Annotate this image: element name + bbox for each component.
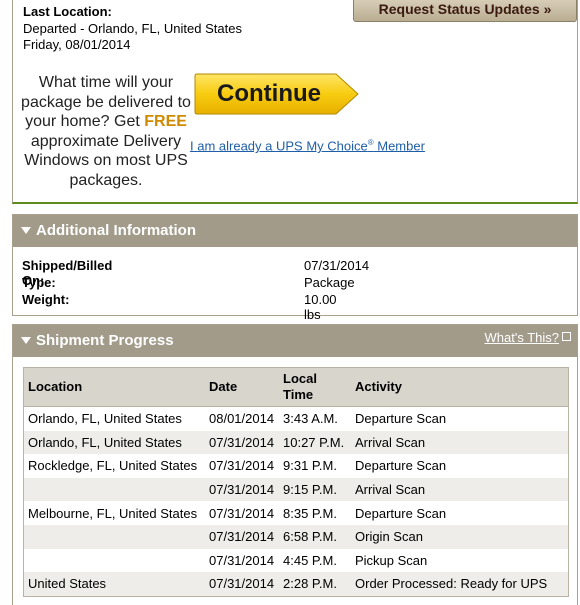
cell-date: 07/31/2014 <box>209 458 275 474</box>
continue-label: Continue <box>217 80 321 107</box>
member-link-text: I am already a UPS My Choice <box>190 138 368 154</box>
table-row: 07/31/2014 4:45 P.M. Pickup Scan <box>24 549 569 573</box>
cell-time: 9:31 P.M. <box>283 458 337 474</box>
info-value: 07/31/2014 <box>304 258 370 273</box>
cell-location: Melbourne, FL, United States <box>28 505 198 521</box>
cell-date: 07/31/2014 <box>205 430 279 455</box>
cell-time: 6:58 P.M. <box>279 524 351 549</box>
shipment-progress-title: Shipment Progress <box>36 332 174 349</box>
column-header-date: Date <box>205 367 279 407</box>
table-row: 07/31/2014 9:15 P.M. Arrival Scan <box>23 477 569 502</box>
cell-date: 07/31/2014 <box>205 477 279 502</box>
column-header-local-time: Local Time <box>279 367 351 407</box>
column-header-location: Location <box>23 367 205 407</box>
request-status-updates-button[interactable]: Request Status Updates » <box>353 0 577 22</box>
cell-activity: Departure Scan <box>355 505 447 521</box>
cell-location: United States <box>23 572 205 597</box>
table-row: 07/31/2014 6:58 P.M. Origin Scan <box>23 524 569 549</box>
info-key: Weight: <box>22 292 70 307</box>
last-location-status: Departed - Orlando, FL, United States <box>23 21 242 36</box>
tracking-summary: Last Location: Departed - Orlando, FL, U… <box>12 0 578 204</box>
shipment-progress-header[interactable]: Shipment Progress What's This? <box>13 325 577 357</box>
delivery-window-promo: What time will your package be delivered… <box>21 73 191 190</box>
table-row: Rockledge, FL, United States 07/31/2014 … <box>24 454 569 478</box>
cell-activity: Departure Scan <box>355 411 447 427</box>
table-row: Orlando, FL, United States 08/01/2014 3:… <box>24 407 569 431</box>
table-header-row: Location Date Local Time Activity <box>23 367 569 407</box>
additional-information-header[interactable]: Additional Information <box>13 215 577 247</box>
continue-button[interactable]: Continue <box>194 73 360 115</box>
cell-date: 08/01/2014 <box>209 411 275 427</box>
whats-this-link[interactable]: What's This? <box>484 330 571 346</box>
cell-activity: Arrival Scan <box>351 477 569 502</box>
info-value: Package <box>304 275 355 290</box>
table-row: United States 07/31/2014 2:28 P.M. Order… <box>23 572 569 597</box>
table-row: Melbourne, FL, United States 07/31/2014 … <box>24 501 569 525</box>
last-location-label: Last Location: <box>23 4 112 19</box>
cell-time: 2:28 P.M. <box>279 572 351 597</box>
shipment-progress-table: Location Date Local Time Activity Orlando… <box>23 367 569 597</box>
promo-free: FREE <box>144 113 187 130</box>
cell-location <box>24 549 206 573</box>
cell-date: 07/31/2014 <box>205 524 279 549</box>
local-time-line1: Local <box>283 371 317 386</box>
local-time-line2: Time <box>283 387 314 402</box>
collapse-triangle-icon <box>21 337 31 344</box>
cell-activity: Order Processed: Ready for UPS <box>351 572 569 597</box>
cell-location <box>23 477 205 502</box>
cell-time: 8:35 P.M. <box>283 505 337 521</box>
member-link-suffix: Member <box>373 138 425 154</box>
cell-time: 3:43 A.M. <box>283 411 338 427</box>
additional-information-title: Additional Information <box>36 222 196 239</box>
whats-this-text: What's This? <box>484 330 560 345</box>
additional-information-panel: Additional Information Shipped/Billed On… <box>12 214 578 322</box>
cell-date: 07/31/2014 <box>209 505 275 521</box>
cell-activity: Departure Scan <box>355 458 447 474</box>
info-key: Type: <box>22 275 56 290</box>
cell-time: 10:27 P.M. <box>279 430 351 455</box>
cell-location: Orlando, FL, United States <box>23 430 205 455</box>
last-location-date: Friday, 08/01/2014 <box>23 37 131 52</box>
cell-time: 4:45 P.M. <box>283 552 337 568</box>
cell-location: Orlando, FL, United States <box>28 411 182 427</box>
info-value: 10.00 lbs <box>304 292 337 322</box>
cell-activity: Origin Scan <box>351 524 569 549</box>
popup-window-icon <box>562 332 571 341</box>
cell-activity: Pickup Scan <box>355 552 428 568</box>
cell-date: 07/31/2014 <box>205 572 279 597</box>
collapse-triangle-icon <box>21 227 31 234</box>
cell-location <box>23 524 205 549</box>
cell-location: Rockledge, FL, United States <box>28 458 198 474</box>
cell-time: 9:15 P.M. <box>279 477 351 502</box>
promo-text-after: approximate Delivery Windows on most UPS… <box>24 132 188 189</box>
shipment-progress-panel: Shipment Progress What's This? Location … <box>12 324 578 605</box>
ups-my-choice-member-link[interactable]: I am already a UPS My Choice® Member <box>190 138 425 153</box>
cell-activity: Arrival Scan <box>351 430 569 455</box>
cell-date: 07/31/2014 <box>209 552 275 568</box>
table-row: Orlando, FL, United States 07/31/2014 10… <box>23 430 569 455</box>
column-header-activity: Activity <box>351 367 569 407</box>
